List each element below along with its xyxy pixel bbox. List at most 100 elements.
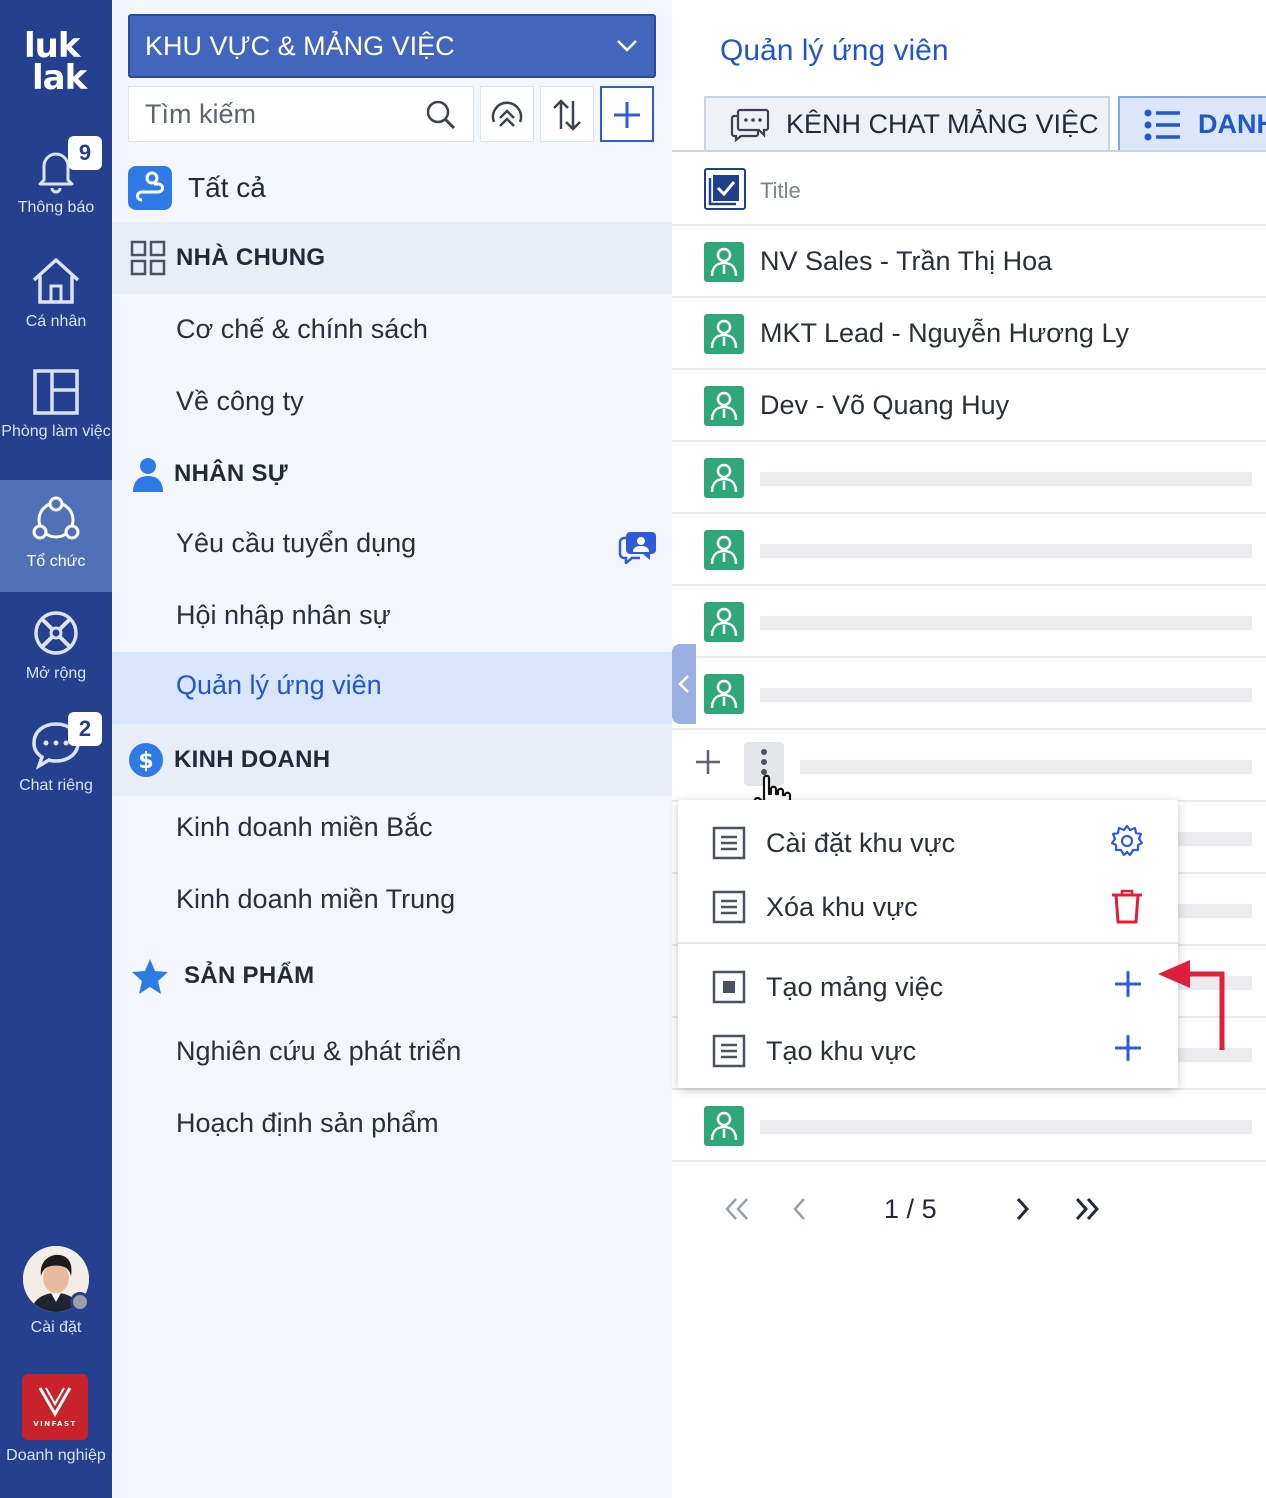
rail-label: Thông báo bbox=[17, 199, 95, 216]
menu-item-create-workstream[interactable]: Tạo mảng việc bbox=[678, 954, 1178, 1018]
nav-item[interactable]: Nghiên cứu & phát triển bbox=[112, 1018, 672, 1090]
nav-item[interactable]: Kinh doanh miền Bắc bbox=[112, 794, 672, 866]
organization-icon bbox=[32, 496, 80, 540]
tab-chat[interactable]: KÊNH CHAT MẢNG VIỆC bbox=[704, 96, 1110, 152]
trash-icon[interactable] bbox=[1110, 888, 1144, 924]
menu-item-delete-area[interactable]: Xóa khu vực bbox=[678, 874, 1178, 938]
table-row[interactable]: NV Sales - Trần Thị Hoa bbox=[672, 226, 1266, 298]
nav-item[interactable]: Hoạch định sản phẩm bbox=[112, 1090, 672, 1162]
list-icon bbox=[1144, 109, 1180, 141]
row-title: MKT Lead - Nguyễn Hương Ly bbox=[760, 318, 1129, 348]
gear-icon[interactable] bbox=[1110, 824, 1144, 858]
nav-item-label: Hoạch định sản phẩm bbox=[176, 1108, 439, 1138]
table-row-placeholder[interactable] bbox=[672, 658, 1266, 730]
rail-settings-label[interactable]: Cài đặt bbox=[0, 1318, 112, 1342]
extension-icon bbox=[34, 611, 78, 655]
table-row[interactable]: Dev - Võ Quang Huy bbox=[672, 370, 1266, 442]
nav-item[interactable]: Hội nhập nhân sự bbox=[112, 582, 672, 654]
placeholder-bar bbox=[760, 472, 1252, 486]
nav-item-label: Cơ chế & chính sách bbox=[176, 314, 428, 344]
column-title: Title bbox=[760, 178, 801, 203]
menu-item-label: Cài đặt khu vực bbox=[766, 828, 956, 858]
presence-dot bbox=[70, 1292, 90, 1312]
menu-item-area-settings[interactable]: Cài đặt khu vực bbox=[678, 810, 1178, 874]
table-row-placeholder[interactable] bbox=[672, 1090, 1266, 1162]
nav-item-label: Yêu cầu tuyển dụng bbox=[176, 528, 417, 558]
nav-all-label: Tất cả bbox=[188, 172, 266, 203]
candidate-icon bbox=[704, 530, 744, 570]
dollar-icon: $ bbox=[129, 743, 163, 777]
company-logo[interactable]: VINFAST bbox=[22, 1374, 88, 1440]
rail-extensions[interactable]: Mở rộng bbox=[0, 606, 112, 696]
grid-icon bbox=[130, 240, 166, 276]
rail-company-label[interactable]: Doanh nghiệp bbox=[0, 1446, 112, 1470]
person-icon bbox=[133, 458, 163, 492]
page-indicator: 1 / 5 bbox=[884, 1194, 937, 1225]
nav-item-label: Quản lý ứng viên bbox=[176, 670, 382, 700]
nav-item[interactable]: Kinh doanh miền Trung bbox=[112, 866, 672, 938]
nav-item-label: Nghiên cứu & phát triển bbox=[176, 1036, 462, 1066]
plus-icon bbox=[614, 102, 640, 128]
section-san-pham[interactable]: SẢN PHẨM bbox=[112, 940, 672, 1012]
document-icon bbox=[712, 826, 746, 860]
first-page-icon[interactable] bbox=[722, 1194, 752, 1224]
document-icon bbox=[712, 890, 746, 924]
annotation-arrow-icon bbox=[1158, 960, 1225, 1050]
section-nha-chung[interactable]: NHÀ CHUNG bbox=[112, 222, 672, 294]
section-label: NHÂN SỰ bbox=[174, 460, 289, 487]
nav-item[interactable]: Về công ty bbox=[112, 368, 672, 440]
rail-label: Tổ chức bbox=[26, 553, 86, 570]
context-menu: Cài đặt khu vực Xóa khu vực Tạo mảng việ… bbox=[678, 800, 1178, 1088]
candidate-icon bbox=[704, 1106, 744, 1146]
table-row-placeholder[interactable] bbox=[672, 586, 1266, 658]
section-label: NHÀ CHUNG bbox=[176, 244, 326, 271]
candidate-icon bbox=[704, 242, 744, 282]
rail-personal[interactable]: Cá nhân bbox=[0, 254, 112, 344]
selector-label: KHU VỰC & MẢNG VIỆC bbox=[145, 31, 455, 61]
layout-icon bbox=[33, 369, 79, 415]
double-up-circle-icon bbox=[491, 101, 523, 127]
add-row-icon[interactable] bbox=[692, 746, 724, 778]
table-row[interactable]: MKT Lead - Nguyễn Hương Ly bbox=[672, 298, 1266, 370]
section-nhan-su[interactable]: NHÂN SỰ bbox=[112, 438, 672, 510]
tab-list[interactable]: DANH bbox=[1118, 96, 1266, 152]
rail-workspace[interactable]: Phòng làm việc bbox=[0, 366, 112, 470]
chat-channel-icon bbox=[730, 108, 770, 142]
menu-item-label: Tạo mảng việc bbox=[766, 972, 944, 1002]
previous-page-icon[interactable] bbox=[788, 1194, 812, 1224]
placeholder-bar bbox=[760, 616, 1252, 630]
document-icon bbox=[712, 1034, 746, 1068]
rail-organization[interactable]: Tổ chức bbox=[0, 480, 112, 592]
menu-item-create-area[interactable]: Tạo khu vực bbox=[678, 1018, 1178, 1082]
scroll-top-button[interactable] bbox=[480, 86, 534, 142]
tab-label: DANH bbox=[1198, 109, 1266, 139]
rail-label: Cá nhân bbox=[25, 313, 87, 330]
chevron-left-icon bbox=[678, 675, 689, 693]
section-kinh-doanh[interactable]: $ KINH DOANH bbox=[112, 724, 672, 796]
select-all-checkbox[interactable] bbox=[704, 168, 746, 210]
table-row-placeholder[interactable] bbox=[672, 514, 1266, 586]
chat-bubble-icon[interactable] bbox=[618, 528, 658, 564]
nav-item[interactable]: Yêu cầu tuyển dụng bbox=[112, 510, 672, 582]
search-input[interactable]: Tìm kiếm bbox=[128, 86, 474, 142]
add-area-button[interactable] bbox=[600, 86, 654, 142]
plus-icon[interactable] bbox=[1112, 1032, 1144, 1064]
lukla-logo[interactable]: luk lak bbox=[24, 29, 90, 100]
table-row-placeholder[interactable] bbox=[672, 442, 1266, 514]
next-page-icon[interactable] bbox=[1010, 1194, 1034, 1224]
menu-item-label: Tạo khu vực bbox=[766, 1036, 917, 1066]
plus-icon[interactable] bbox=[1112, 968, 1144, 1000]
sort-button[interactable] bbox=[540, 86, 594, 142]
candidate-icon bbox=[704, 674, 744, 714]
rail-label: Chat riêng bbox=[19, 777, 93, 794]
collapse-panel-button[interactable] bbox=[672, 644, 696, 724]
nav-item[interactable]: Cơ chế & chính sách bbox=[112, 296, 672, 368]
chat-badge: 2 bbox=[68, 712, 102, 746]
nav-item-selected[interactable]: Quản lý ứng viên bbox=[112, 652, 672, 724]
last-page-icon[interactable] bbox=[1072, 1194, 1102, 1224]
notification-badge: 9 bbox=[68, 136, 102, 170]
search-icon[interactable] bbox=[425, 99, 457, 131]
area-selector-dropdown[interactable]: KHU VỰC & MẢNG VIỆC bbox=[128, 14, 656, 78]
tab-label: KÊNH CHAT MẢNG VIỆC bbox=[786, 109, 1099, 139]
tab-underline bbox=[672, 150, 1266, 152]
